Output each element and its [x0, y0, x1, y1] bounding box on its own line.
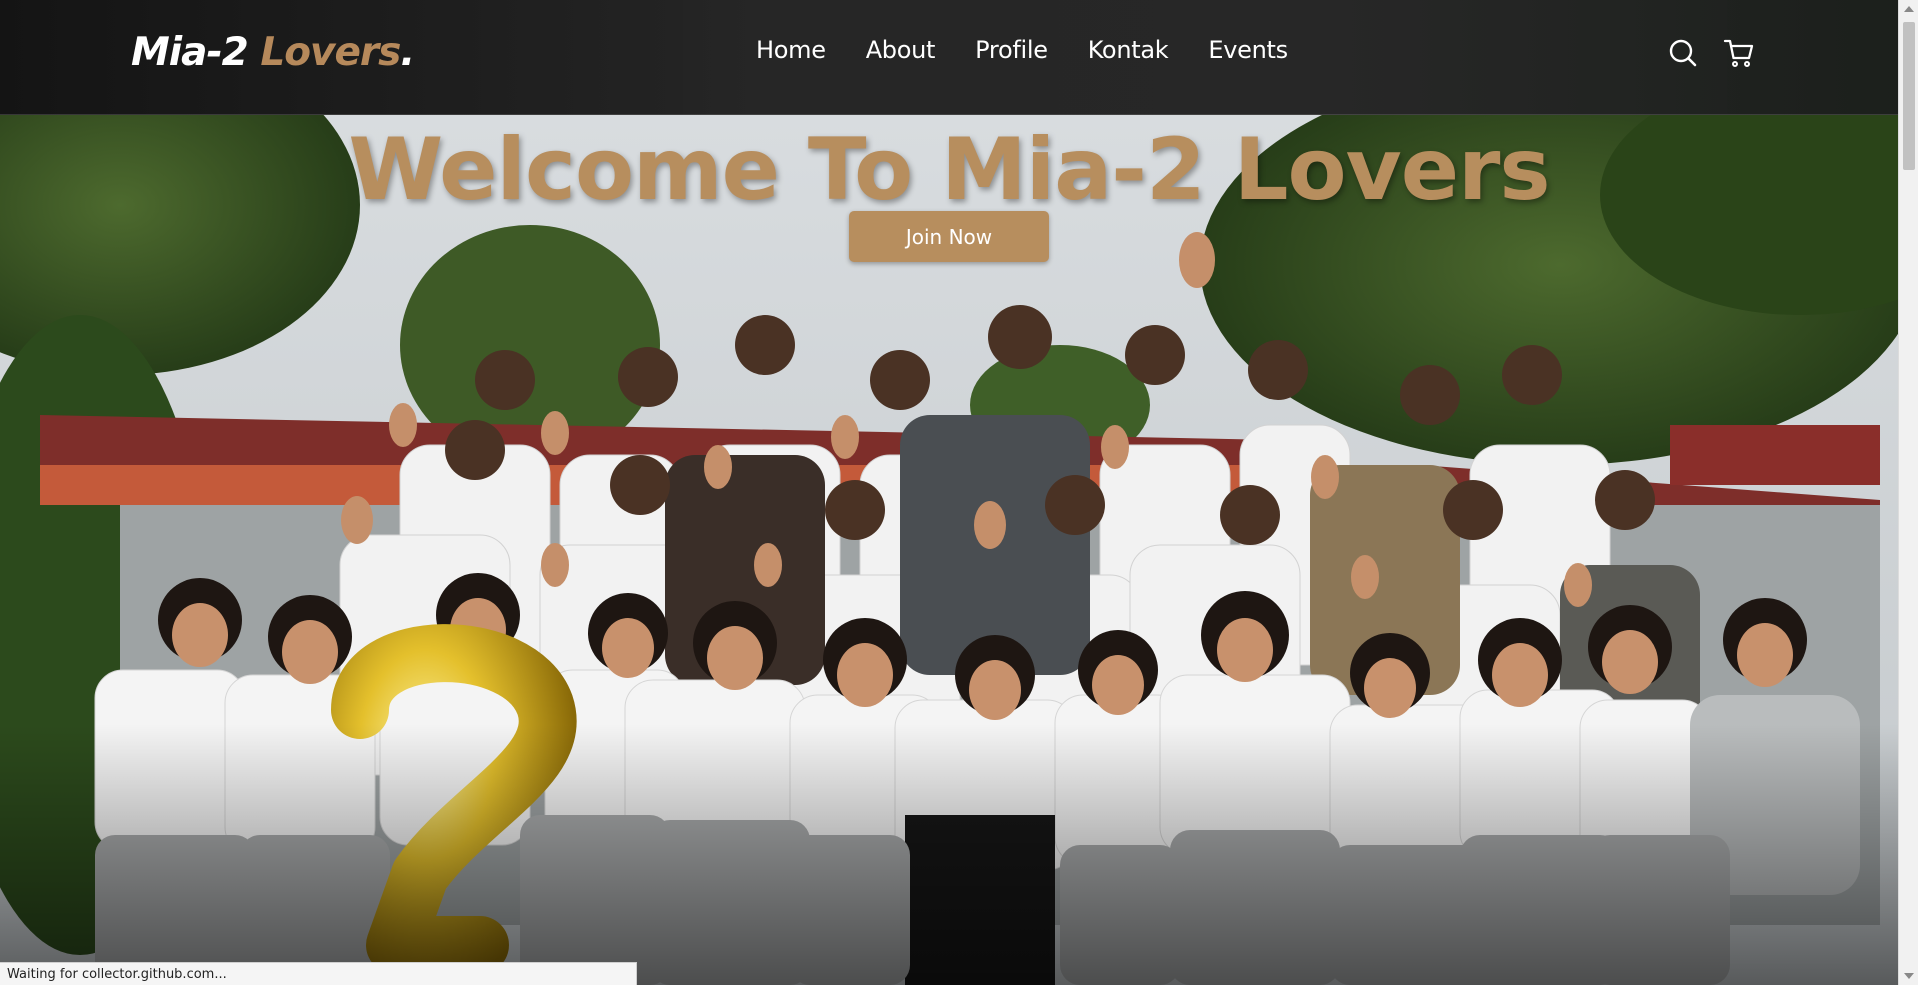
logo-text: Mia-2 [131, 30, 261, 75]
nav-link-about[interactable]: About [866, 36, 936, 64]
scroll-down-arrow-icon[interactable] [1904, 973, 1914, 979]
search-icon[interactable] [1667, 37, 1699, 69]
logo-dot: . [400, 30, 415, 75]
main-nav: Home About Profile Kontak Events [756, 36, 1328, 64]
hero-section: Welcome To Mia-2 Lovers Join Now [0, 115, 1898, 985]
scroll-thumb[interactable] [1903, 22, 1915, 170]
browser-status-bar: Waiting for collector.github.com... [0, 962, 637, 985]
navbar: Mia-2 Lovers. Home About Profile Kontak … [0, 0, 1898, 115]
nav-icons [1667, 37, 1755, 69]
logo-accent-text: Lovers [260, 30, 401, 75]
page-scrollbar[interactable] [1898, 0, 1918, 985]
scroll-up-arrow-icon[interactable] [1904, 6, 1914, 12]
join-now-button[interactable]: Join Now [849, 211, 1049, 262]
cart-icon[interactable] [1723, 37, 1755, 69]
nav-link-profile[interactable]: Profile [975, 36, 1048, 64]
nav-link-events[interactable]: Events [1208, 36, 1288, 64]
nav-link-home[interactable]: Home [756, 36, 826, 64]
site-logo[interactable]: Mia-2 Lovers. [131, 30, 415, 75]
nav-link-kontak[interactable]: Kontak [1088, 36, 1169, 64]
hero-title: Welcome To Mia-2 Lovers [348, 120, 1550, 220]
